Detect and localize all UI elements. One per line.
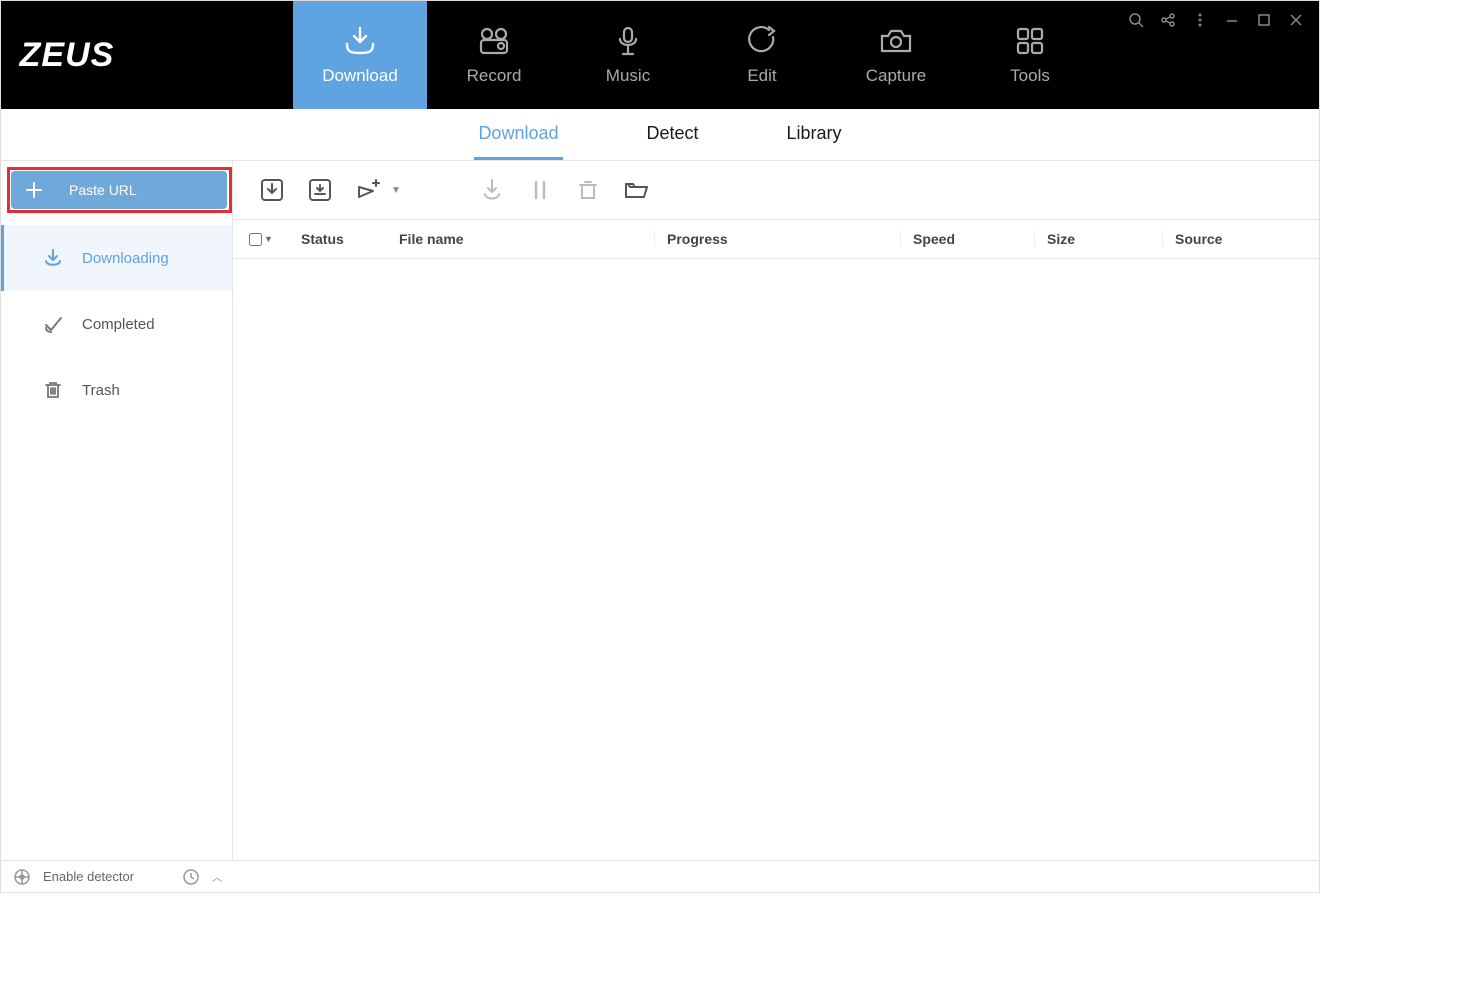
sidebar-list: Downloading Completed Trash	[1, 219, 232, 423]
paste-url-label: Paste URL	[69, 182, 137, 198]
nav-capture[interactable]: Capture	[829, 1, 963, 109]
schedule-expand-caret[interactable]: ︿	[212, 869, 222, 884]
sidebar-item-downloading[interactable]: Downloading	[1, 225, 232, 291]
sidebar: Paste URL Downloading Completed	[1, 161, 233, 860]
download-icon	[342, 24, 378, 58]
open-folder-button[interactable]	[621, 175, 651, 205]
sidebar-trash-label: Trash	[82, 382, 120, 399]
app-logo: ZEUS	[1, 1, 133, 109]
sidebar-completed-label: Completed	[82, 316, 155, 333]
sidebar-item-trash[interactable]: Trash	[1, 357, 232, 423]
column-checkbox[interactable]: ▼	[233, 233, 289, 246]
more-icon[interactable]	[1191, 11, 1209, 29]
column-size[interactable]: Size	[1035, 231, 1163, 247]
body: Paste URL Downloading Completed	[1, 161, 1319, 860]
table-header: ▼ Status File name Progress Speed Size S…	[233, 219, 1319, 259]
checkbox-dropdown-caret[interactable]: ▼	[264, 234, 273, 244]
minimize-button[interactable]	[1223, 11, 1241, 29]
column-status[interactable]: Status	[289, 231, 387, 247]
nav-download[interactable]: Download	[293, 1, 427, 109]
nav-edit-label: Edit	[747, 66, 776, 86]
nav-tools[interactable]: Tools	[963, 1, 1097, 109]
plus-icon	[25, 181, 43, 199]
nav-tools-label: Tools	[1010, 66, 1050, 86]
maximize-button[interactable]	[1255, 11, 1273, 29]
enable-detector-label[interactable]: Enable detector	[43, 869, 134, 884]
nav-music[interactable]: Music	[561, 1, 695, 109]
app-name: ZEUS	[20, 36, 115, 75]
nav-music-label: Music	[606, 66, 650, 86]
share-icon[interactable]	[1159, 11, 1177, 29]
select-all-checkbox[interactable]	[249, 233, 262, 246]
nav-edit[interactable]: Edit	[695, 1, 829, 109]
main-nav: Download Record	[293, 1, 1097, 109]
header-flex-spacer	[1097, 1, 1127, 109]
window-controls	[1127, 1, 1319, 109]
main: ▼ ▼ Status	[233, 161, 1319, 860]
table-body-empty	[233, 259, 1319, 860]
add-download-button[interactable]	[305, 175, 335, 205]
downloading-icon	[42, 247, 64, 269]
close-button[interactable]	[1287, 11, 1305, 29]
completed-icon	[42, 313, 64, 335]
sidebar-item-completed[interactable]: Completed	[1, 291, 232, 357]
subtab-detect[interactable]: Detect	[643, 109, 703, 160]
sidebar-downloading-label: Downloading	[82, 250, 169, 267]
batch-download-button[interactable]	[257, 175, 287, 205]
record-icon	[476, 24, 512, 58]
nav-record-label: Record	[467, 66, 522, 86]
resume-button[interactable]	[477, 175, 507, 205]
subtab-download[interactable]: Download	[474, 109, 562, 160]
pause-button[interactable]	[525, 175, 555, 205]
column-speed[interactable]: Speed	[901, 231, 1035, 247]
capture-icon	[878, 24, 914, 58]
detector-icon[interactable]	[13, 868, 31, 886]
paste-url-container: Paste URL	[1, 161, 232, 219]
column-source[interactable]: Source	[1163, 231, 1319, 247]
nav-record[interactable]: Record	[427, 1, 561, 109]
paste-url-button[interactable]: Paste URL	[11, 171, 227, 209]
music-icon	[610, 24, 646, 58]
delete-button[interactable]	[573, 175, 603, 205]
column-progress[interactable]: Progress	[655, 231, 901, 247]
subtabs: Download Detect Library	[1, 109, 1319, 161]
subtab-library[interactable]: Library	[783, 109, 846, 160]
app-window: ZEUS Download	[0, 0, 1320, 893]
header-spacer	[133, 1, 293, 109]
nav-capture-label: Capture	[866, 66, 926, 86]
nav-download-label: Download	[322, 66, 398, 86]
column-file-name[interactable]: File name	[387, 231, 655, 247]
toolbar: ▼	[233, 161, 1319, 219]
convert-button[interactable]	[353, 175, 383, 205]
tools-icon	[1012, 24, 1048, 58]
search-icon[interactable]	[1127, 11, 1145, 29]
trash-icon	[42, 379, 64, 401]
schedule-icon[interactable]	[182, 868, 200, 886]
edit-icon	[744, 24, 780, 58]
convert-dropdown-caret[interactable]: ▼	[391, 185, 401, 196]
header: ZEUS Download	[1, 1, 1319, 109]
status-bar: Enable detector ︿	[1, 860, 1319, 892]
